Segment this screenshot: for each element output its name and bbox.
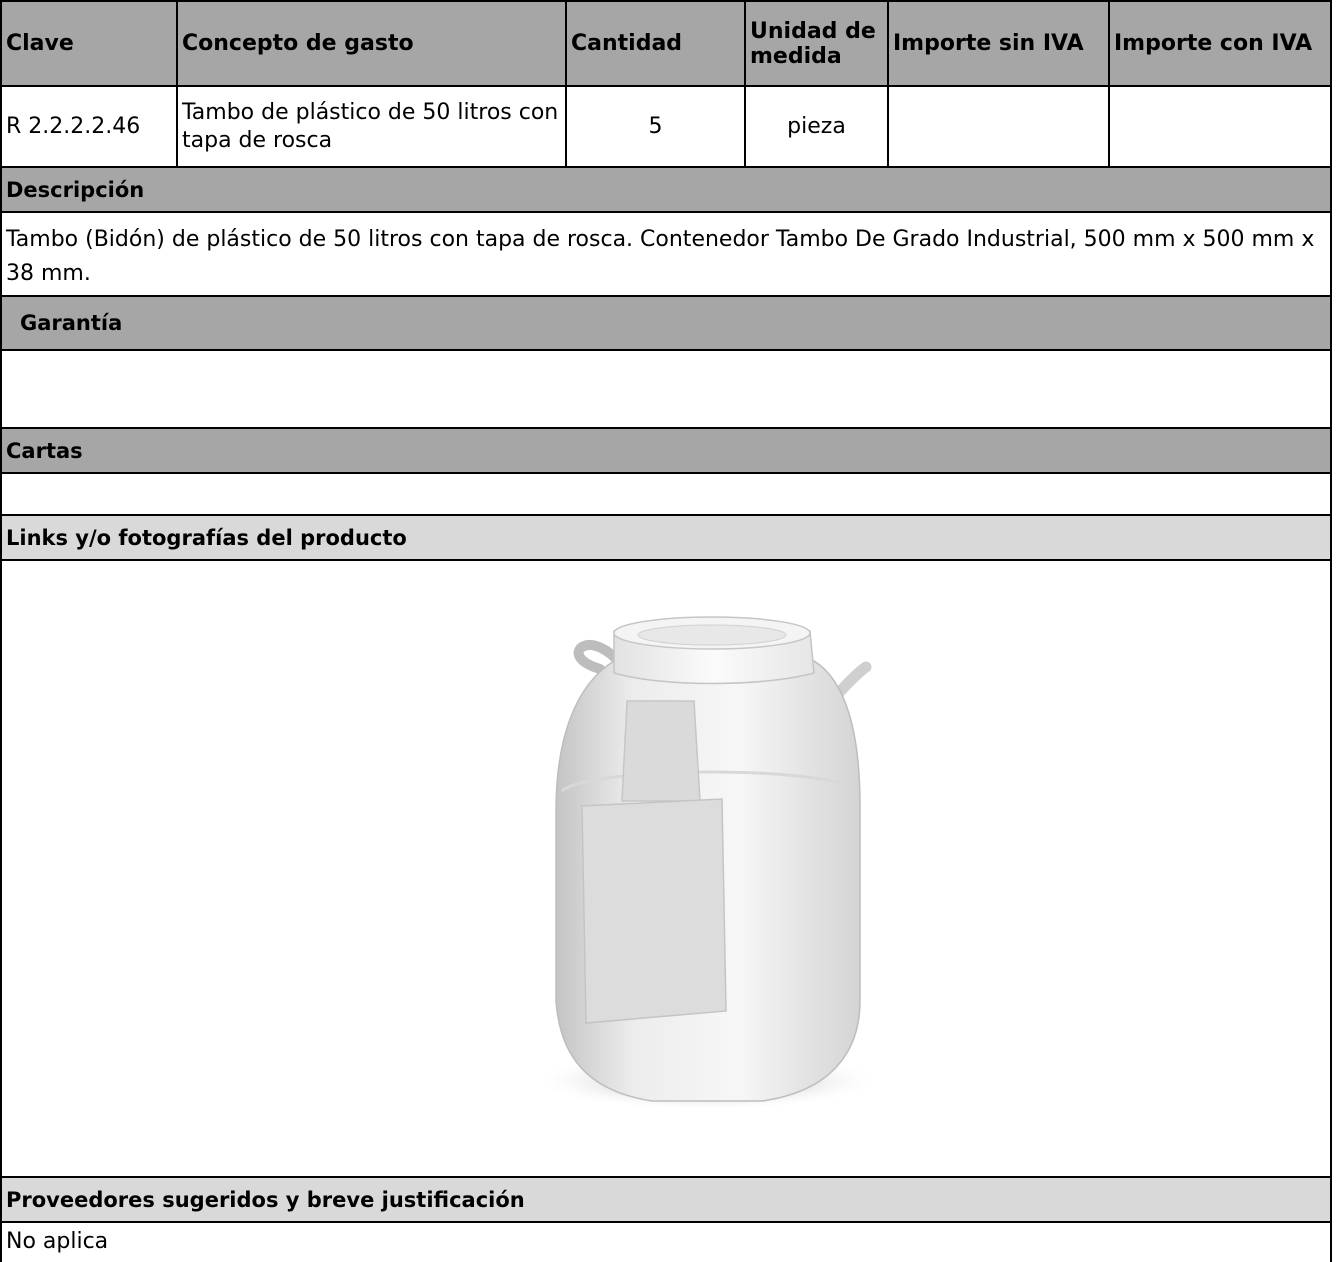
cell-importe-sin-iva [889,87,1110,168]
cell-cantidad: 5 [567,87,746,168]
table-row: R 2.2.2.2.46 Tambo de plástico de 50 lit… [0,87,1332,168]
cell-clave: R 2.2.2.2.46 [0,87,178,168]
section-descripcion-title: Descripción [0,168,1332,213]
front-grip [621,700,701,802]
cell-importe-con-iva [1110,87,1332,168]
table-header-row: Clave Concepto de gasto Cantidad Unidad … [0,0,1332,87]
header-clave: Clave [0,0,178,87]
product-photo [532,616,882,1111]
section-proveedores-title: Proveedores sugeridos y breve justificac… [0,1178,1332,1223]
section-garantia-body [0,351,1332,429]
section-links-body [0,561,1332,1178]
header-concepto: Concepto de gasto [178,0,567,87]
section-cartas-title: Cartas [0,429,1332,474]
section-links-title: Links y/o fotografías del producto [0,516,1332,561]
cell-unidad: pieza [746,87,889,168]
header-unidad: Unidad de medida [746,0,889,87]
section-cartas-body [0,474,1332,516]
section-garantia-title: Garantía [0,297,1332,351]
section-proveedores-body: No aplica [0,1223,1332,1262]
header-importe-sin-iva: Importe sin IVA [889,0,1110,87]
section-descripcion-body: Tambo (Bidón) de plástico de 50 litros c… [0,213,1332,297]
header-cantidad: Cantidad [567,0,746,87]
label-panel [581,798,727,1024]
cell-concepto: Tambo de plástico de 50 litros con tapa … [178,87,567,168]
header-importe-con-iva: Importe con IVA [1110,0,1332,87]
